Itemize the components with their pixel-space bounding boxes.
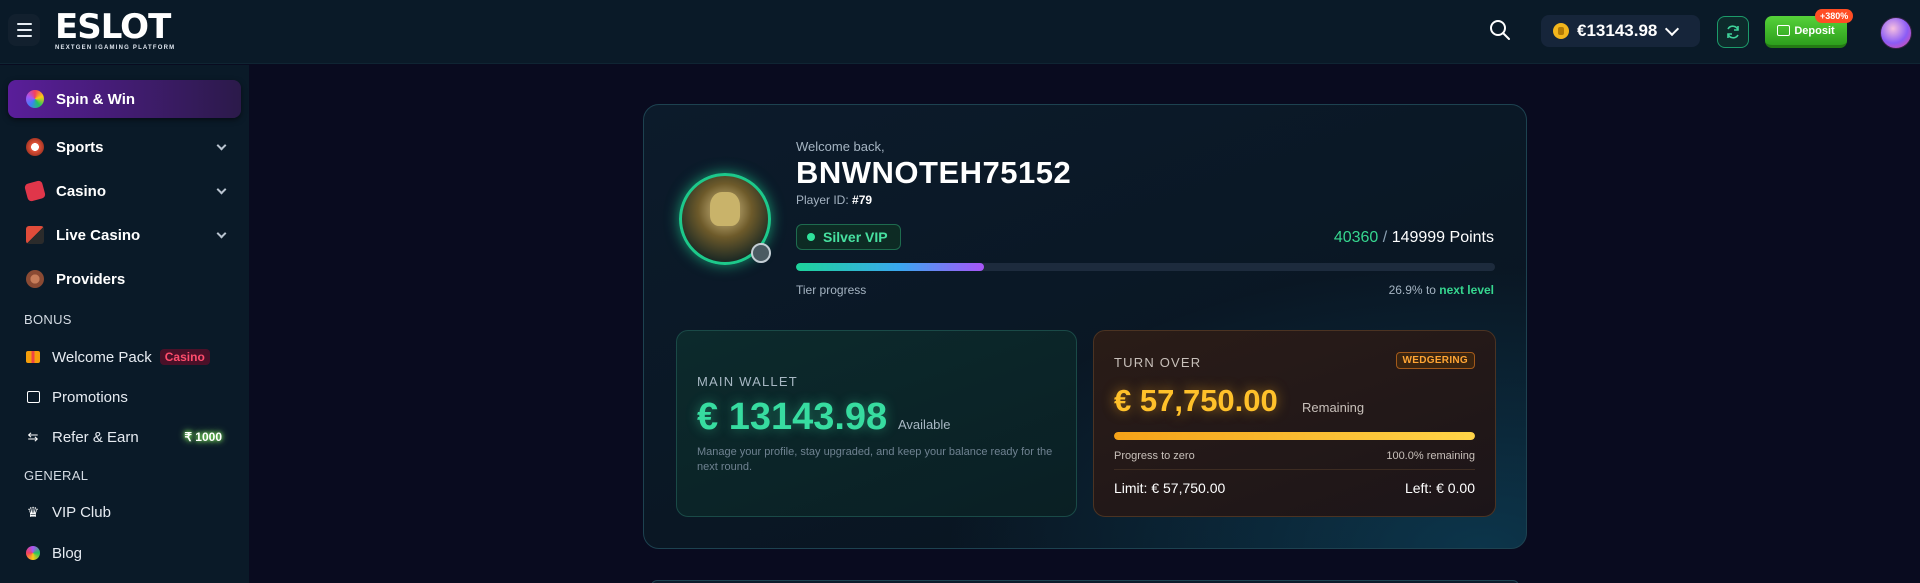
tier-progress-label: Tier progress <box>796 283 867 297</box>
tier-progress-bar <box>796 263 1495 271</box>
menu-icon[interactable] <box>8 14 40 46</box>
sidebar-item-casino[interactable]: Casino <box>8 172 241 210</box>
refresh-button[interactable] <box>1717 16 1749 48</box>
turnover-amount: € 57,750.00 <box>1114 383 1278 418</box>
gift-icon <box>24 348 42 366</box>
sidebar-item-welcome-pack[interactable]: Welcome Pack Casino <box>24 343 234 371</box>
chip-icon <box>26 270 44 288</box>
deposit-label: Deposit <box>1794 24 1835 37</box>
turnover-progress-text: 100.0% remaining <box>1386 450 1475 462</box>
blog-icon <box>24 544 42 562</box>
turnover-progress-bar <box>1114 432 1475 440</box>
wagering-badge: WEDGERING <box>1395 352 1475 369</box>
profile-card: Welcome back, BNWNOTEH75152 Player ID: #… <box>643 104 1527 549</box>
sidebar-item-label: Blog <box>52 544 83 562</box>
sidebar-item-providers[interactable]: Providers <box>8 260 241 298</box>
refer-reward-tag: ₹ 1000 <box>184 430 222 444</box>
logo-tagline: NEXTGEN IGAMING PLATFORM <box>55 45 176 51</box>
vip-tier-label: Silver VIP <box>823 229 888 245</box>
turnover-card: TURN OVER WEDGERING € 57,750.00 Remainin… <box>1093 330 1496 517</box>
sidebar-item-refer-earn[interactable]: ⇆ Refer & Earn ₹ 1000 <box>24 423 234 451</box>
sidebar-item-label: Refer & Earn <box>52 428 139 446</box>
sidebar-item-vip-club[interactable]: ♛ VIP Club <box>24 498 234 526</box>
points-current: 40360 <box>1333 229 1379 246</box>
sidebar-item-label: VIP Club <box>52 503 111 521</box>
turnover-left: Left: € 0.00 <box>1404 480 1475 496</box>
main-wallet-card: MAIN WALLET € 13143.98 Available Manage … <box>676 330 1077 517</box>
top-bar: ESLOT NEXTGEN IGAMING PLATFORM €13143.98… <box>0 0 1920 64</box>
user-avatar[interactable] <box>1880 17 1912 49</box>
general-section-label: GENERAL <box>24 468 89 483</box>
sidebar-item-label: Sports <box>56 138 104 156</box>
sidebar-item-label: Spin & Win <box>56 90 136 108</box>
next-level-link[interactable]: next level <box>1439 283 1494 297</box>
cards-icon <box>26 226 44 244</box>
search-icon[interactable] <box>1488 18 1512 42</box>
sidebar-item-live-casino[interactable]: Live Casino <box>8 216 241 254</box>
sidebar-item-label: Providers <box>56 270 126 288</box>
tier-progress-pct: 26.9% to <box>1388 283 1436 297</box>
wallet-available-label: Available <box>898 417 951 432</box>
deposit-bonus-badge: +380% <box>1815 9 1854 23</box>
sidebar-item-label: Casino <box>56 182 107 200</box>
turnover-limit: Limit: € 57,750.00 <box>1114 480 1226 496</box>
casino-tag: Casino <box>159 349 210 365</box>
wallet-icon <box>1777 25 1791 36</box>
divider <box>1114 469 1475 470</box>
turnover-remaining-label: Remaining <box>1302 400 1365 415</box>
chevron-down-icon <box>216 228 227 239</box>
sidebar-item-label: Live Casino <box>56 226 141 244</box>
chevron-down-icon <box>216 184 227 195</box>
points-total: 149999 Points <box>1391 229 1494 246</box>
sidebar-item-promotions[interactable]: Promotions <box>24 383 234 411</box>
dice-icon <box>23 179 47 203</box>
sidebar-item-label: Welcome Pack <box>52 348 152 366</box>
sidebar-item-blog[interactable]: Blog <box>24 539 234 567</box>
refresh-icon <box>1727 25 1739 39</box>
welcome-text: Welcome back, <box>796 139 885 154</box>
points-separator: / <box>1382 229 1388 246</box>
ball-icon <box>26 138 44 156</box>
sidebar: Spin & Win Sports Casino Live Casino Pro… <box>0 65 249 583</box>
points-counter: 40360 / 149999 Points <box>1334 229 1494 247</box>
player-id-label: Player ID: <box>796 193 849 207</box>
status-dot-icon <box>807 233 815 241</box>
sidebar-item-label: Promotions <box>52 388 128 406</box>
turnover-progress-label: Progress to zero <box>1114 450 1195 462</box>
tier-progress-text: 26.9% to next level <box>1389 283 1494 297</box>
gift-box-icon <box>24 388 42 406</box>
logo[interactable]: ESLOT NEXTGEN IGAMING PLATFORM <box>55 10 175 51</box>
turnover-progress-fill <box>1114 432 1475 440</box>
logo-text: ESLOT <box>55 7 171 47</box>
vip-tier-badge: Silver VIP <box>796 224 901 250</box>
turnover-title: TURN OVER <box>1114 355 1202 370</box>
balance-amount: €13143.98 <box>1577 21 1658 40</box>
tier-progress-fill <box>796 263 985 271</box>
sidebar-item-sports[interactable]: Sports <box>8 128 241 166</box>
chevron-down-icon <box>216 140 227 151</box>
player-id: Player ID: #79 <box>796 193 872 207</box>
bonus-section-label: BONUS <box>24 312 72 327</box>
sidebar-item-spin-win[interactable]: Spin & Win <box>8 80 241 118</box>
profile-avatar <box>679 173 771 265</box>
balance-dropdown[interactable]: €13143.98 <box>1541 15 1700 47</box>
wheel-icon <box>26 90 44 108</box>
player-id-value: #79 <box>852 193 873 207</box>
wallet-description: Manage your profile, stay upgraded, and … <box>697 446 1053 473</box>
wallet-amount: € 13143.98 <box>697 396 888 438</box>
chevron-down-icon <box>1665 21 1680 36</box>
coin-icon <box>1553 23 1569 39</box>
wallet-title: MAIN WALLET <box>697 374 798 389</box>
username: BNWNOTEH75152 <box>796 155 1072 190</box>
vip-badge-icon <box>751 243 771 263</box>
crown-icon: ♛ <box>26 503 40 520</box>
refer-icon: ⇆ <box>27 429 39 444</box>
